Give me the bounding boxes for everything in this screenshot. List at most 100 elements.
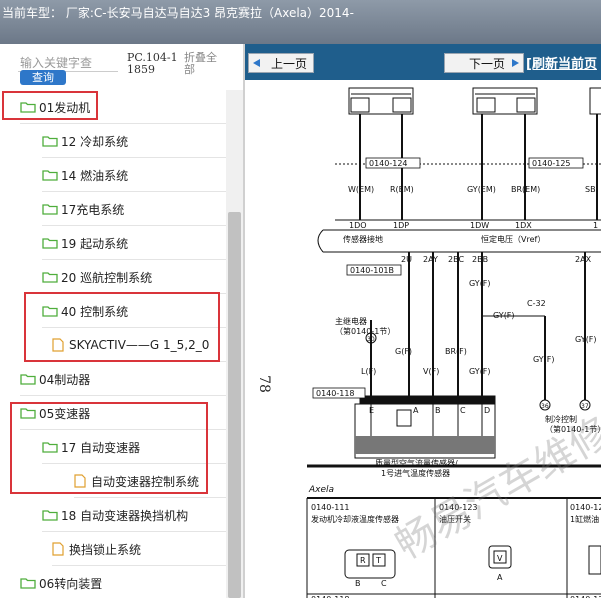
svg-text:1DP: 1DP xyxy=(393,221,409,230)
svg-text:V(F): V(F) xyxy=(423,367,439,376)
folder-icon xyxy=(42,510,58,521)
prev-page-button[interactable]: 上一页 xyxy=(248,53,314,73)
wiring-diagram: 0140-124 0140-125 W(EM) R(EM) GY(EM) BR(… xyxy=(306,87,601,598)
tree-node-label: 04制动器 xyxy=(39,372,91,387)
collapse-all-button[interactable]: 折叠全部 xyxy=(184,52,224,76)
svg-text:2BC: 2BC xyxy=(448,255,464,264)
title-bar: 当前车型： 厂家:C-长安马自达马自达3 昂克赛拉（Axela）2014- xyxy=(0,0,601,44)
highlight-box xyxy=(24,292,220,362)
folder-icon xyxy=(42,170,58,181)
tree-node-starting[interactable]: 19 起动系统 xyxy=(42,226,226,260)
svg-text:（第0140-1节）: （第0140-1节） xyxy=(335,326,395,336)
svg-text:T: T xyxy=(375,556,381,565)
svg-text:R: R xyxy=(360,556,366,565)
left-panel: 查询 PC.104-11859 折叠全部 01发动机 12 冷却系统 14 燃油… xyxy=(0,44,243,598)
svg-text:BR(F): BR(F) xyxy=(445,347,467,356)
svg-text:0140-125: 0140-125 xyxy=(532,159,571,168)
tree-node-label: 20 巡航控制系统 xyxy=(61,270,153,285)
svg-text:C: C xyxy=(381,579,387,588)
scroll-thumb[interactable] xyxy=(228,212,241,598)
tree-node-label: 17充电系统 xyxy=(61,202,125,217)
tree-node-cruise[interactable]: 20 巡航控制系统 xyxy=(42,260,226,294)
svg-text:1缸燃油: 1缸燃油 xyxy=(570,514,599,524)
folder-icon xyxy=(42,136,58,147)
svg-text:W(EM): W(EM) xyxy=(348,185,374,194)
tree-node-charging[interactable]: 17充电系统 xyxy=(42,192,226,226)
tree-node-label: 06转向装置 xyxy=(39,576,103,591)
svg-text:E: E xyxy=(369,406,374,415)
svg-text:37: 37 xyxy=(581,403,589,410)
svg-text:2AX: 2AX xyxy=(575,255,592,264)
tree-node-label: 18 自动变速器换挡机构 xyxy=(61,508,189,523)
svg-text:1DW: 1DW xyxy=(470,221,489,230)
tree-node-steering[interactable]: 06转向装置 xyxy=(20,566,226,598)
svg-text:0140-101B: 0140-101B xyxy=(350,266,394,275)
refresh-page-link[interactable]: [刷新当前页 xyxy=(526,53,597,72)
svg-text:0140-111: 0140-111 xyxy=(311,503,350,512)
svg-text:SB: SB xyxy=(585,185,596,194)
svg-text:A: A xyxy=(497,573,503,582)
document-code: PC.104-11859 xyxy=(127,51,178,76)
tree-scrollbar[interactable] xyxy=(226,90,243,598)
svg-text:A: A xyxy=(413,406,419,415)
folder-icon xyxy=(42,238,58,249)
svg-text:GY(F): GY(F) xyxy=(533,355,555,364)
folder-icon xyxy=(42,272,58,283)
svg-text:1: 1 xyxy=(593,221,598,230)
svg-text:GY(F): GY(F) xyxy=(469,367,491,376)
next-page-label: 下一页 xyxy=(468,56,505,71)
svg-text:畅易汽车维修: 畅易汽车维修 xyxy=(388,409,601,569)
svg-text:0140-118: 0140-118 xyxy=(316,389,355,398)
svg-text:C: C xyxy=(460,406,466,415)
tree-node-shift-mechanism[interactable]: 18 自动变速器换挡机构 xyxy=(42,498,226,532)
svg-text:1号进气温度传感器: 1号进气温度传感器 xyxy=(381,468,450,478)
folder-icon xyxy=(20,578,36,589)
tree-node-fuel[interactable]: 14 燃油系统 xyxy=(42,158,226,192)
svg-text:GY(F): GY(F) xyxy=(575,335,597,344)
svg-text:BR(EM): BR(EM) xyxy=(511,185,540,194)
svg-text:GY(EM): GY(EM) xyxy=(467,185,496,194)
wiring-page: 78 0140-124 0140-125 W(EM) R(EM) GY(EM) … xyxy=(245,80,601,598)
tree-node-cooling[interactable]: 12 冷却系统 xyxy=(42,124,226,158)
svg-text:B: B xyxy=(355,579,361,588)
svg-text:发动机冷却液温度传感器: 发动机冷却液温度传感器 xyxy=(311,514,399,524)
tree-node-brakes[interactable]: 04制动器 xyxy=(20,362,226,396)
svg-text:0140-12: 0140-12 xyxy=(570,503,601,512)
folder-icon xyxy=(42,204,58,215)
document-viewer: 上一页 下一页 [刷新当前页 78 0140-124 0140-125 W(EM… xyxy=(245,44,601,598)
tree-node-label: 换挡锁止系统 xyxy=(69,542,142,557)
svg-text:C-32: C-32 xyxy=(527,299,546,308)
query-button[interactable]: 查询 xyxy=(20,70,66,85)
viewer-navbar: 上一页 下一页 [刷新当前页 xyxy=(245,44,601,80)
svg-text:2U: 2U xyxy=(401,255,412,264)
prev-page-label: 上一页 xyxy=(270,56,307,71)
next-page-button[interactable]: 下一页 xyxy=(444,53,524,73)
svg-text:GY(F): GY(F) xyxy=(469,279,491,288)
svg-text:V: V xyxy=(497,554,503,563)
title-text: 当前车型： 厂家:C-长安马自达马自达3 昂克赛拉（Axela）2014- xyxy=(2,6,354,20)
svg-text:36: 36 xyxy=(541,403,549,410)
search-row: 查询 PC.104-11859 折叠全部 xyxy=(0,44,243,90)
svg-text:D: D xyxy=(484,406,490,415)
svg-text:传感器接地: 传感器接地 xyxy=(343,234,383,244)
svg-text:L(F): L(F) xyxy=(361,367,376,376)
svg-text:1DO: 1DO xyxy=(349,221,367,230)
tree-node-label: 19 起动系统 xyxy=(61,236,129,251)
svg-text:G(F): G(F) xyxy=(395,347,412,356)
svg-text:质量型空气流量传感器/: 质量型空气流量传感器/ xyxy=(375,458,458,468)
svg-text:GY(F): GY(F) xyxy=(493,311,515,320)
svg-text:30: 30 xyxy=(367,336,375,343)
tree-node-shift-lock[interactable]: 换挡锁止系统 xyxy=(52,532,226,566)
tree-node-label: 12 冷却系统 xyxy=(61,134,129,149)
arrow-right-icon xyxy=(512,59,519,67)
document-icon xyxy=(52,542,64,556)
svg-text:R(EM): R(EM) xyxy=(390,185,414,194)
svg-text:1DX: 1DX xyxy=(515,221,532,230)
highlight-box xyxy=(10,402,208,494)
highlight-box xyxy=(2,91,98,120)
folder-icon xyxy=(20,374,36,385)
arrow-left-icon xyxy=(253,59,260,67)
svg-text:0140-124: 0140-124 xyxy=(369,159,408,168)
svg-text:Axela: Axela xyxy=(308,485,334,495)
svg-text:主继电器: 主继电器 xyxy=(335,316,367,326)
